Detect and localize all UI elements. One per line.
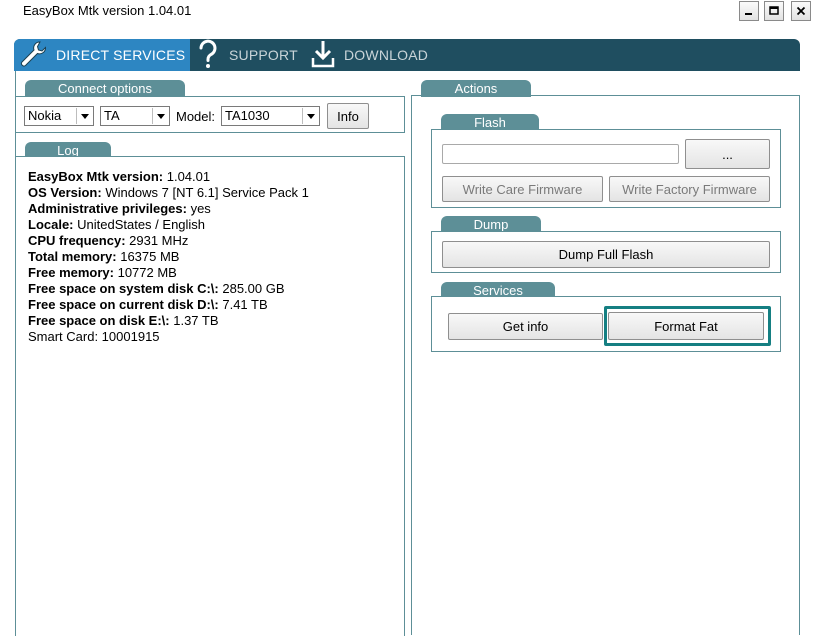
type-select[interactable]: TA	[100, 106, 170, 126]
download-icon	[310, 39, 336, 72]
tab-download[interactable]: DOWNLOAD	[310, 39, 428, 71]
log-line: Free memory: 10772 MB	[28, 265, 177, 280]
write-factory-firmware-button[interactable]: Write Factory Firmware	[609, 176, 770, 202]
dump-full-flash-button[interactable]: Dump Full Flash	[442, 241, 770, 268]
maximize-button[interactable]	[764, 1, 784, 21]
model-select[interactable]: TA1030	[221, 106, 320, 126]
tab-label: SUPPORT	[229, 47, 298, 63]
info-button[interactable]: Info	[327, 103, 369, 129]
log-line: Free space on system disk C:\: 285.00 GB	[28, 281, 285, 296]
chevron-down-icon	[302, 108, 318, 124]
log-line: Free space on current disk D:\: 7.41 TB	[28, 297, 268, 312]
browse-button[interactable]: ...	[685, 139, 770, 169]
wrench-icon	[18, 39, 48, 72]
close-button[interactable]	[791, 1, 811, 21]
log-line: Administrative privileges: yes	[28, 201, 211, 216]
chevron-down-icon	[152, 108, 168, 124]
format-fat-button[interactable]: Format Fat	[608, 312, 764, 340]
log-line: Locale: UnitedStates / English	[28, 217, 206, 232]
model-value: TA1030	[225, 108, 270, 123]
log-line: Smart Card: 10001915	[28, 329, 160, 344]
minimize-icon	[745, 13, 752, 15]
type-value: TA	[104, 108, 120, 123]
firmware-path-input[interactable]	[442, 144, 679, 164]
tab-label: DIRECT SERVICES	[56, 47, 186, 63]
window-title: EasyBox Mtk version 1.04.01	[23, 3, 192, 18]
brand-select[interactable]: Nokia	[24, 106, 94, 126]
log-line: EasyBox Mtk version: 1.04.01	[28, 169, 211, 184]
write-care-firmware-button[interactable]: Write Care Firmware	[442, 176, 603, 202]
connect-options-header: Connect options	[25, 80, 185, 97]
tab-label: DOWNLOAD	[344, 47, 429, 63]
main-tab-bar: DIRECT SERVICES SUPPORT DOWNLOAD	[14, 39, 800, 71]
title-bar: EasyBox Mtk version 1.04.01	[0, 0, 814, 28]
model-label: Model:	[176, 109, 216, 124]
maximize-icon	[769, 6, 779, 15]
log-line: OS Version: Windows 7 [NT 6.1] Service P…	[28, 185, 309, 200]
log-line: CPU frequency: 2931 MHz	[28, 233, 189, 248]
question-icon	[195, 39, 221, 72]
log-line: Total memory: 16375 MB	[28, 249, 180, 264]
close-icon	[796, 6, 806, 16]
log-line: Free space on disk E:\: 1.37 TB	[28, 313, 219, 328]
tab-direct-services[interactable]: DIRECT SERVICES	[14, 39, 190, 71]
get-info-button[interactable]: Get info	[448, 313, 603, 340]
brand-value: Nokia	[28, 108, 62, 123]
log-output: EasyBox Mtk version: 1.04.01 OS Version:…	[28, 169, 309, 345]
minimize-button[interactable]	[739, 1, 759, 21]
chevron-down-icon	[76, 108, 92, 124]
tab-support[interactable]: SUPPORT	[195, 39, 298, 71]
